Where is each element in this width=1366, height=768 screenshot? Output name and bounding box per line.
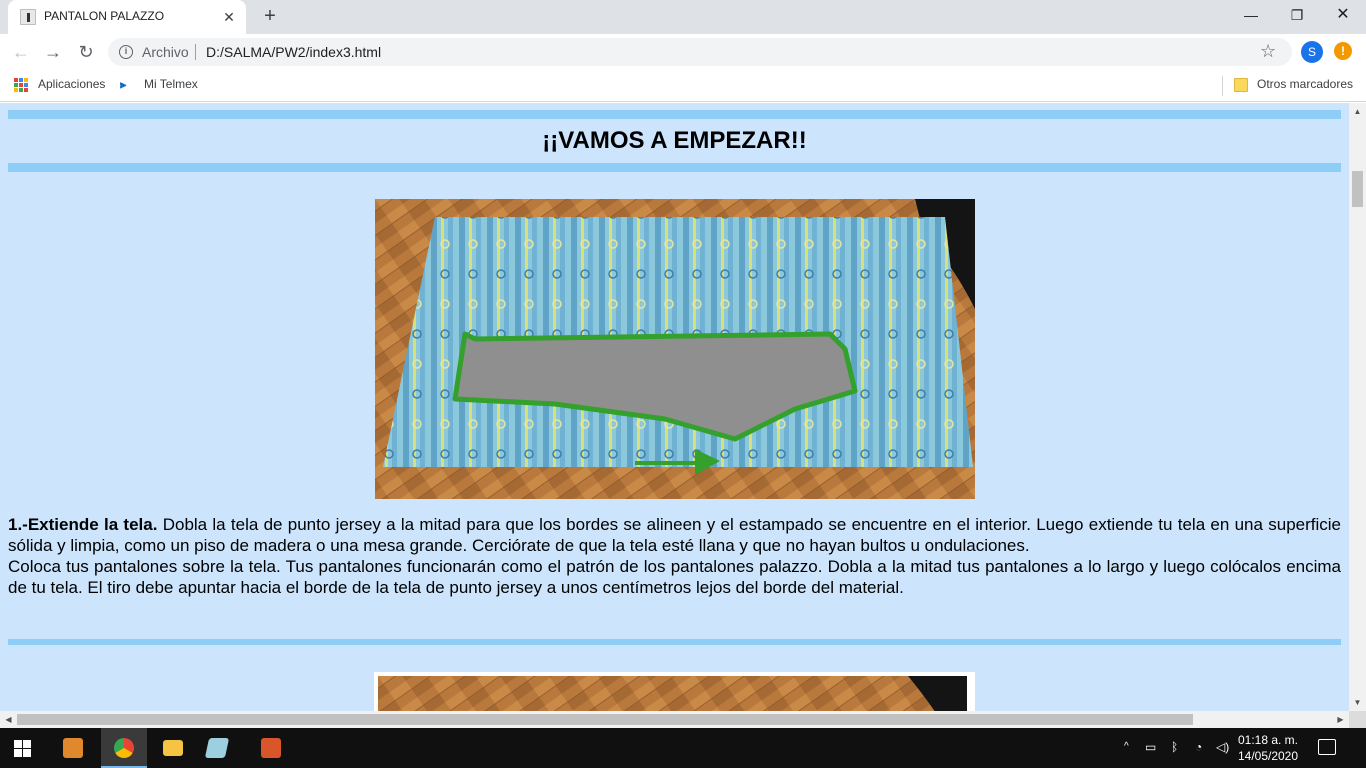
step1-paragraph2: Coloca tus pantalones sobre la tela. Tus…	[8, 557, 1341, 597]
folder-icon[interactable]	[1234, 78, 1248, 92]
scroll-up-arrow-icon[interactable]: ▲	[1349, 103, 1366, 120]
security-label: Archivo	[142, 44, 189, 60]
bookmarks-divider	[1222, 76, 1223, 96]
bookmark-other-folder[interactable]: Otros marcadores	[1257, 77, 1353, 91]
windows-taskbar: ^ ▭ ᛒ ◔ ◁) 01:18 a. m. 14/05/2020	[0, 728, 1366, 768]
step1-photo	[375, 199, 975, 499]
new-tab-button[interactable]: +	[259, 5, 281, 27]
browser-tab[interactable]: PANTALON PALAZZO ✕	[8, 0, 246, 34]
tray-bluetooth-icon[interactable]: ᛒ	[1171, 740, 1178, 754]
apps-grid-icon[interactable]	[14, 78, 28, 92]
page-viewport: ¡¡VAMOS A EMPEZAR!! 1.-Extiende la tela.…	[0, 103, 1349, 711]
tray-overflow-icon[interactable]: ^	[1124, 741, 1129, 752]
page-favicon-icon	[20, 9, 36, 25]
tray-network-icon[interactable]: ▭	[1145, 740, 1156, 754]
browser-toolbar: ← → ↻ i Archivo D:/SALMA/PW2/index3.html…	[0, 34, 1366, 70]
scrollbar-corner	[1349, 711, 1366, 728]
step1-text: 1.-Extiende la tela. Dobla la tela de pu…	[8, 514, 1341, 598]
bookmark-apps[interactable]: Aplicaciones	[38, 77, 105, 91]
section-divider	[8, 639, 1341, 645]
vertical-scrollbar[interactable]: ▲ ▼	[1349, 103, 1366, 711]
window-minimize-button[interactable]: —	[1228, 0, 1274, 30]
tray-wifi-icon[interactable]: ◔	[1195, 740, 1202, 754]
taskbar-chrome-icon[interactable]	[101, 728, 147, 768]
site-info-icon[interactable]: i	[119, 45, 133, 59]
omnibox-divider	[195, 44, 196, 60]
tab-strip: PANTALON PALAZZO ✕ + — ❐ ✕	[0, 0, 1366, 34]
telmex-logo-icon[interactable]: ⫸	[120, 79, 136, 91]
step1-title: 1.-Extiende la tela.	[8, 515, 158, 534]
windows-start-icon[interactable]	[0, 728, 48, 768]
taskbar-media-player-icon[interactable]	[50, 728, 96, 768]
action-center-icon[interactable]	[1318, 739, 1336, 755]
back-button[interactable]: ←	[9, 40, 33, 64]
step2-photo-frame	[374, 672, 975, 711]
reload-button[interactable]: ↻	[74, 40, 98, 64]
bookmark-mi-telmex[interactable]: Mi Telmex	[144, 77, 198, 91]
taskbar-clock[interactable]: 01:18 a. m. 14/05/2020	[1236, 732, 1300, 764]
forward-button[interactable]: →	[41, 40, 65, 64]
tab-title: PANTALON PALAZZO	[44, 9, 165, 23]
step2-photo	[378, 676, 967, 711]
clock-date: 14/05/2020	[1237, 749, 1299, 763]
horizontal-scrollbar[interactable]: ◀ ▶	[0, 711, 1349, 728]
scroll-right-arrow-icon[interactable]: ▶	[1332, 711, 1349, 728]
profile-avatar[interactable]: S	[1301, 41, 1323, 63]
window-close-button[interactable]: ✕	[1320, 0, 1366, 30]
bookmark-star-icon[interactable]: ☆	[1260, 41, 1276, 62]
url-text[interactable]: D:/SALMA/PW2/index3.html	[206, 44, 381, 60]
page-heading: ¡¡VAMOS A EMPEZAR!!	[542, 127, 807, 154]
update-alert-icon[interactable]: !	[1334, 42, 1352, 60]
bookmarks-bar: Aplicaciones ⫸ Mi Telmex Otros marcadore…	[0, 70, 1366, 102]
step1-body: Dobla la tela de punto jersey a la mitad…	[8, 515, 1341, 555]
address-bar[interactable]: i Archivo D:/SALMA/PW2/index3.html ☆	[108, 38, 1292, 66]
taskbar-file-explorer-icon[interactable]	[150, 728, 196, 768]
horizontal-scroll-thumb[interactable]	[17, 714, 1193, 725]
scroll-left-arrow-icon[interactable]: ◀	[0, 711, 17, 728]
taskbar-office-app-icon[interactable]	[248, 728, 294, 768]
tray-volume-icon[interactable]: ◁)	[1216, 740, 1229, 754]
taskbar-notepad-icon[interactable]	[194, 728, 240, 768]
top-divider	[8, 110, 1341, 119]
tab-close-icon[interactable]: ✕	[220, 8, 238, 26]
clock-time: 01:18 a. m.	[1237, 733, 1299, 747]
vertical-scroll-thumb[interactable]	[1352, 171, 1363, 207]
window-restore-button[interactable]: ❐	[1274, 0, 1320, 30]
heading-divider	[8, 163, 1341, 172]
scroll-down-arrow-icon[interactable]: ▼	[1349, 694, 1366, 711]
